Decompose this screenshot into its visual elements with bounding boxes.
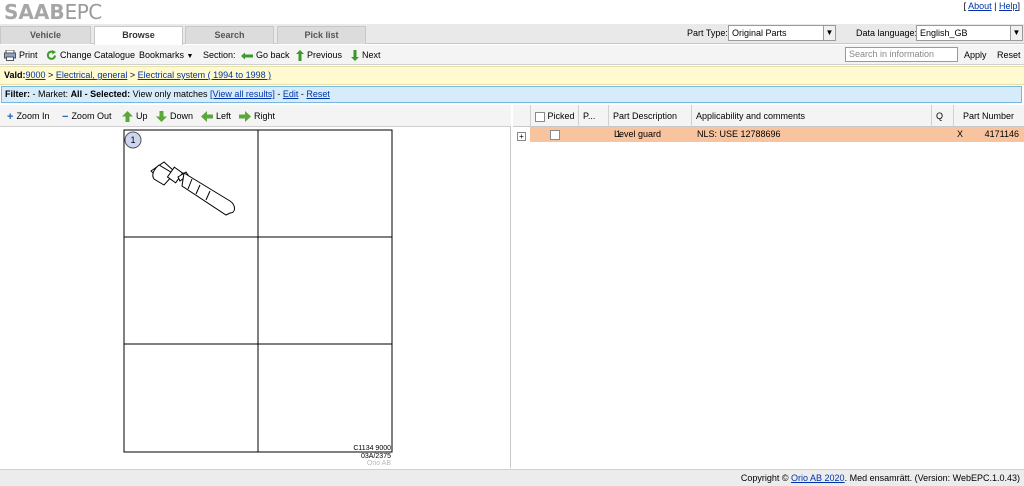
- illustration-watermark: Orio AB: [366, 460, 391, 467]
- refresh-icon: [46, 50, 56, 60]
- data-language-value: English_GB: [920, 28, 968, 38]
- app-header: SAABEPC [ About | Help]: [0, 0, 1024, 24]
- illustration-code-1: C1134 9000: [353, 445, 391, 452]
- image-toolbar: + Zoom In − Zoom Out Up Down Left Right: [0, 105, 511, 127]
- arrow-up-icon: [122, 111, 133, 123]
- footer-prefix: Copyright ©: [740, 473, 789, 483]
- previous-button[interactable]: Previous: [296, 48, 342, 62]
- print-button[interactable]: Print: [4, 48, 38, 62]
- arrow-down-icon: [156, 111, 167, 123]
- arrow-up-icon: [296, 50, 304, 62]
- arrow-left-icon: [241, 52, 253, 60]
- minus-icon: −: [62, 110, 69, 123]
- zoom-in-button[interactable]: + Zoom In: [7, 109, 49, 124]
- footer-suffix: . Med ensamrätt. (Version: WebEPC.1.0.43…: [844, 473, 1020, 483]
- arrow-down-icon: [351, 50, 359, 62]
- column-part-number[interactable]: Part Number: [953, 105, 1024, 127]
- row-part-number: 4171146: [984, 129, 1019, 139]
- filter-reset-link[interactable]: Reset: [306, 89, 330, 99]
- callout-number: 1: [130, 135, 136, 145]
- expand-row-button[interactable]: +: [517, 132, 526, 141]
- help-link[interactable]: Help: [999, 1, 1018, 11]
- part-type-value: Original Parts: [732, 28, 787, 38]
- breadcrumb-item-model[interactable]: 9000: [26, 70, 46, 80]
- search-input[interactable]: Search in information: [845, 47, 958, 62]
- filter-market-text: - Market:: [32, 89, 69, 99]
- filter-bar: Filter: - Market: All - Selected: View o…: [1, 86, 1022, 103]
- select-all-checkbox[interactable]: [535, 111, 545, 122]
- breadcrumb-label: Vald:: [4, 70, 26, 80]
- table-header: Picked P... Part Description Applicabili…: [513, 105, 1024, 127]
- tab-pick-list[interactable]: Pick list: [277, 26, 366, 44]
- apply-button[interactable]: Apply: [964, 48, 987, 62]
- breadcrumb: Vald:9000 > Electrical, general > Electr…: [0, 66, 1024, 85]
- tab-search[interactable]: Search: [185, 26, 274, 44]
- printer-icon: [4, 50, 16, 62]
- orio-link[interactable]: Orio AB 2020: [791, 473, 845, 483]
- bookmarks-menu[interactable]: Bookmarks ▼: [139, 48, 193, 64]
- parts-illustration[interactable]: [118, 129, 400, 469]
- table-row[interactable]: 1 Level guard NLS: USE 12788696 X 417114…: [530, 127, 1024, 142]
- part-type-select[interactable]: Original Parts ▼: [728, 25, 836, 41]
- dropdown-caret-icon: ▼: [186, 53, 194, 60]
- column-picked[interactable]: Picked: [530, 105, 578, 127]
- pan-left-button[interactable]: Left: [201, 109, 231, 123]
- filter-edit-link[interactable]: Edit: [283, 89, 299, 99]
- filter-label: Filter:: [5, 89, 31, 99]
- breadcrumb-item-group[interactable]: Electrical, general: [56, 70, 128, 80]
- reset-button[interactable]: Reset: [997, 48, 1021, 62]
- arrow-left-icon: [201, 111, 213, 123]
- chevron-down-icon: ▼: [1010, 26, 1022, 40]
- tab-vehicle[interactable]: Vehicle: [0, 26, 91, 44]
- column-quantity[interactable]: Q: [931, 105, 953, 127]
- footer: Copyright © Orio AB 2020. Med ensamrätt.…: [0, 469, 1024, 486]
- row-picked-checkbox[interactable]: [550, 127, 560, 142]
- view-all-results-link[interactable]: [View all results]: [210, 89, 275, 99]
- about-link[interactable]: About: [968, 1, 992, 11]
- row-quantity: X: [957, 129, 964, 139]
- column-position[interactable]: P...: [578, 105, 608, 127]
- next-button[interactable]: Next: [351, 48, 381, 62]
- parts-table: Picked P... Part Description Applicabili…: [513, 105, 1024, 468]
- column-part-description[interactable]: Part Description: [608, 105, 691, 127]
- pan-right-button[interactable]: Right: [239, 109, 275, 123]
- row-comments: NLS: USE 12788696: [697, 129, 781, 139]
- arrow-right-icon: [239, 111, 251, 123]
- change-catalogue-button[interactable]: Change Catalogue: [46, 48, 135, 62]
- data-language-select[interactable]: English_GB ▼: [916, 25, 1023, 41]
- pan-up-button[interactable]: Up: [122, 109, 148, 123]
- go-back-button[interactable]: Go back: [241, 48, 290, 62]
- saab-epc-logo: SAABEPC: [4, 0, 102, 24]
- illustration-pane: + Zoom In − Zoom Out Up Down Left Right 1 …: [0, 105, 511, 468]
- filter-market-value: All: [70, 89, 83, 99]
- top-links: [ About | Help]: [963, 1, 1020, 11]
- chevron-down-icon: ▼: [823, 26, 835, 40]
- filter-selected-text: - Selected:: [84, 89, 131, 99]
- part-type-label: Part Type:: [687, 28, 728, 38]
- row-description: Level guard: [614, 129, 662, 139]
- zoom-out-button[interactable]: − Zoom Out: [62, 109, 111, 124]
- plus-icon: +: [7, 110, 14, 123]
- breadcrumb-item-section[interactable]: Electrical system ( 1994 to 1998 ): [138, 70, 272, 80]
- pan-down-button[interactable]: Down: [156, 109, 193, 123]
- column-applicability[interactable]: Applicability and comments: [691, 105, 931, 127]
- filter-selected-value: View only matches: [132, 89, 208, 99]
- section-label: Section:: [203, 50, 236, 60]
- data-language-label: Data language:: [856, 28, 918, 38]
- tab-browse[interactable]: Browse: [94, 26, 183, 45]
